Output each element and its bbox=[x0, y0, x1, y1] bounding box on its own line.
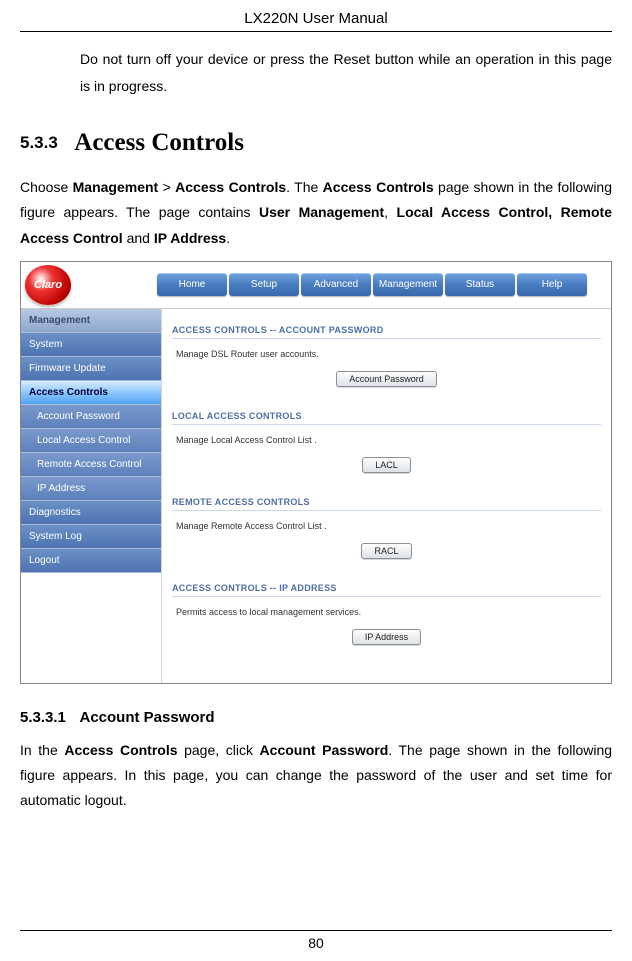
sidebar-item-diagnostics[interactable]: Diagnostics bbox=[21, 501, 161, 525]
panel-desc-local-access: Manage Local Access Control List . bbox=[172, 425, 601, 453]
panel-head-ip-address: ACCESS CONTROLS -- IP ADDRESS bbox=[172, 579, 601, 597]
intro-paragraph: Choose Management > Access Controls. The… bbox=[20, 175, 612, 251]
bold-text: IP Address bbox=[154, 230, 226, 246]
subsection-number: 5.3.3.1 bbox=[20, 709, 66, 726]
claro-logo: Claro bbox=[25, 265, 71, 305]
ip-address-button[interactable]: IP Address bbox=[352, 629, 421, 645]
text: . bbox=[226, 230, 230, 246]
panel-btn-row: IP Address bbox=[172, 625, 601, 659]
bold-text: User Management bbox=[259, 204, 384, 220]
sidebar: Management System Firmware Update Access… bbox=[21, 309, 162, 683]
panel-btn-row: LACL bbox=[172, 453, 601, 487]
text: In the bbox=[20, 742, 64, 758]
text: Choose bbox=[20, 179, 73, 195]
doc-header: LX220N User Manual bbox=[20, 10, 612, 32]
panel-desc-ip-address: Permits access to local management servi… bbox=[172, 597, 601, 625]
sidebar-item-firmware-update[interactable]: Firmware Update bbox=[21, 357, 161, 381]
warning-paragraph: Do not turn off your device or press the… bbox=[80, 46, 612, 99]
sidebar-head-management: Management bbox=[21, 309, 161, 333]
panel-head-local-access: LOCAL ACCESS CONTROLS bbox=[172, 407, 601, 425]
bold-text: Access Controls bbox=[64, 742, 177, 758]
lacl-button[interactable]: LACL bbox=[362, 457, 411, 473]
text: . The bbox=[286, 179, 323, 195]
text: page, click bbox=[178, 742, 260, 758]
tab-help[interactable]: Help bbox=[517, 273, 587, 296]
sidebar-item-system-log[interactable]: System Log bbox=[21, 525, 161, 549]
top-nav: Home Setup Advanced Management Status He… bbox=[157, 273, 587, 296]
panel-btn-row: Account Password bbox=[172, 367, 601, 401]
tab-status[interactable]: Status bbox=[445, 273, 515, 296]
sidebar-sub-local-access-control[interactable]: Local Access Control bbox=[21, 429, 161, 453]
account-password-button[interactable]: Account Password bbox=[336, 371, 437, 387]
bold-text: Account Password bbox=[260, 742, 389, 758]
bold-text: Management bbox=[73, 179, 159, 195]
subsection-title: Account Password bbox=[80, 709, 215, 726]
panel-head-account-password: ACCESS CONTROLS -- ACCOUNT PASSWORD bbox=[172, 321, 601, 339]
main-content: ACCESS CONTROLS -- ACCOUNT PASSWORD Mana… bbox=[162, 309, 611, 683]
sidebar-item-logout[interactable]: Logout bbox=[21, 549, 161, 573]
sidebar-sub-remote-access-control[interactable]: Remote Access Control bbox=[21, 453, 161, 477]
tab-management[interactable]: Management bbox=[373, 273, 443, 296]
section-title: Access Controls bbox=[74, 129, 244, 156]
text: > bbox=[158, 179, 175, 195]
text: and bbox=[123, 230, 154, 246]
tab-advanced[interactable]: Advanced bbox=[301, 273, 371, 296]
racl-button[interactable]: RACL bbox=[361, 543, 411, 559]
sidebar-sub-account-password[interactable]: Account Password bbox=[21, 405, 161, 429]
sidebar-item-system[interactable]: System bbox=[21, 333, 161, 357]
tab-home[interactable]: Home bbox=[157, 273, 227, 296]
sidebar-sub-ip-address[interactable]: IP Address bbox=[21, 477, 161, 501]
bold-text: Access Controls bbox=[323, 179, 434, 195]
router-ui-figure: Claro Home Setup Advanced Management Sta… bbox=[20, 261, 612, 684]
section-number: 5.3.3 bbox=[20, 133, 58, 152]
panel-desc-remote-access: Manage Remote Access Control List . bbox=[172, 511, 601, 539]
page-number: 80 bbox=[20, 930, 612, 951]
tab-setup[interactable]: Setup bbox=[229, 273, 299, 296]
panel-btn-row: RACL bbox=[172, 539, 601, 573]
sidebar-item-access-controls[interactable]: Access Controls bbox=[21, 381, 161, 405]
section-heading: 5.3.3 Access Controls bbox=[20, 129, 612, 157]
sidebar-fill bbox=[21, 573, 161, 683]
router-topbar: Claro Home Setup Advanced Management Sta… bbox=[21, 262, 611, 309]
panel-head-remote-access: REMOTE ACCESS CONTROLS bbox=[172, 493, 601, 511]
bold-text: Access Controls bbox=[175, 179, 286, 195]
subsection-paragraph: In the Access Controls page, click Accou… bbox=[20, 738, 612, 814]
panel-desc-account-password: Manage DSL Router user accounts. bbox=[172, 339, 601, 367]
subsection-heading: 5.3.3.1 Account Password bbox=[20, 709, 612, 726]
text: , bbox=[384, 204, 396, 220]
